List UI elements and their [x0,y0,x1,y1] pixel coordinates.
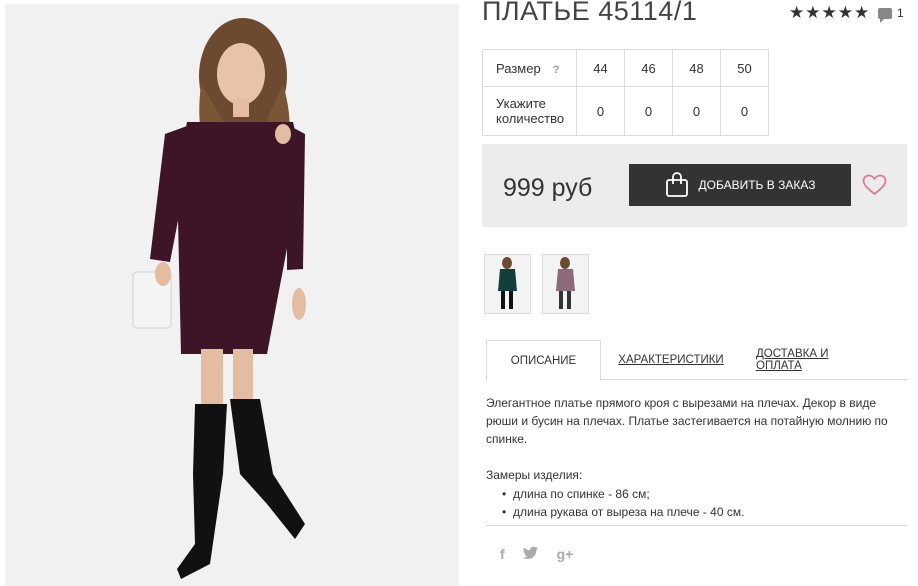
size-option: 46 [624,49,673,87]
shopping-bag-icon [665,172,688,197]
thumbnail-gallery [484,254,589,314]
product-main-image[interactable] [5,4,459,586]
description-panel: Элегантное платье прямого кроя с вырезам… [486,394,911,521]
rating-stars[interactable]: ★★★★★ [789,3,870,23]
product-info: ПЛАТЬЕ 45114/1 ★★★★★ 1 Размер? 44 46 48 … [482,0,918,586]
quantity-input[interactable]: 0 [720,86,769,136]
description-text: Элегантное платье прямого кроя с вырезам… [486,396,888,446]
size-label-cell: Размер? [482,49,577,87]
tab-description[interactable]: ОПИСАНИЕ [486,340,601,381]
quantity-label: Укажите количество [482,86,577,136]
quantity-input[interactable]: 0 [624,86,673,136]
thumbnail-green-dress[interactable] [484,254,531,314]
add-to-order-button[interactable]: ДОБАВИТЬ В ЗАКАЗ [629,164,851,206]
size-help-icon[interactable]: ? [553,64,560,76]
measure-item: длина по спинке - 86 см; [502,485,911,503]
size-option: 50 [720,49,769,87]
size-table: Размер? 44 46 48 50 Укажите количество 0… [482,49,769,136]
section-divider [486,525,907,526]
product-price: 999 руб [503,174,593,202]
measures-title: Замеры изделия: [486,468,583,482]
comment-icon [878,7,892,23]
size-row: Размер? 44 46 48 50 [482,49,769,87]
facebook-icon[interactable]: f [500,546,505,562]
size-option: 44 [576,49,625,87]
tab-delivery-payment[interactable]: ДОСТАВКА И ОПЛАТА [756,340,876,379]
size-label: Размер [496,60,541,76]
google-plus-icon[interactable]: g+ [557,546,574,562]
quantity-row: Укажите количество 0 0 0 0 [482,86,769,136]
measure-item: длина рукава от выреза на плече - 40 см. [502,503,911,521]
tab-characteristics[interactable]: ХАРАКТЕРИСТИКИ [616,340,726,379]
size-option: 48 [672,49,721,87]
heart-icon[interactable] [862,174,887,196]
product-title: ПЛАТЬЕ 45114/1 [482,0,698,26]
measures-list: длина по спинке - 86 см; длина рукава от… [486,485,911,521]
comments-link[interactable]: 1 [878,6,904,23]
social-share: f g+ [500,546,573,562]
quantity-input[interactable]: 0 [576,86,625,136]
add-to-order-label: ДОБАВИТЬ В ЗАКАЗ [698,178,816,192]
price-box: 999 руб ДОБАВИТЬ В ЗАКАЗ [482,144,907,227]
thumbnail-purple-dress[interactable] [542,254,589,314]
quantity-input[interactable]: 0 [672,86,721,136]
twitter-icon[interactable] [522,546,539,560]
comments-count: 1 [897,6,904,20]
product-tabs: ОПИСАНИЕ ХАРАКТЕРИСТИКИ ДОСТАВКА И ОПЛАТ… [486,340,907,381]
